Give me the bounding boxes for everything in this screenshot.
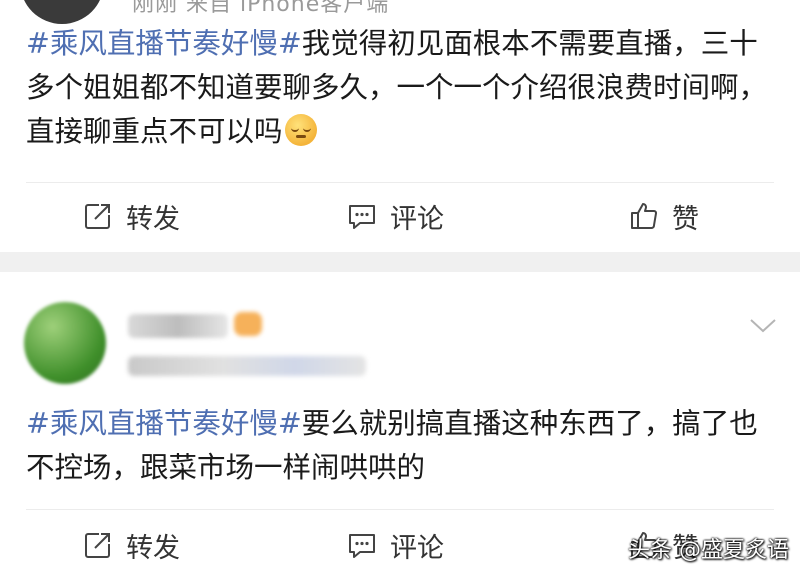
weibo-post-2: #乘风直播节奏好慢#要么就别搞直播这种东西了，搞了也不控场，跟菜市场一样闹哄哄的… (0, 272, 800, 575)
divider (26, 509, 774, 510)
repost-button[interactable]: 转发 (82, 186, 180, 246)
chevron-down-icon[interactable] (748, 310, 778, 340)
action-bar: 转发 评论 赞 (0, 186, 800, 246)
avatar[interactable] (20, 0, 104, 24)
weibo-post-1: 刚刚 来自 iPhone客户端 #乘风直播节奏好慢#我觉得初见面根本不需要直播，… (0, 0, 800, 252)
comment-icon (349, 534, 375, 558)
repost-icon (85, 533, 110, 558)
repost-label: 转发 (126, 532, 180, 564)
comment-button[interactable]: 评论 (346, 515, 444, 575)
comment-label: 评论 (390, 203, 444, 235)
blurred-post-meta (128, 356, 366, 376)
repost-button[interactable]: 转发 (82, 515, 180, 575)
post-body: #乘风直播节奏好慢#要么就别搞直播这种东西了，搞了也不控场，跟菜市场一样闹哄哄的 (26, 402, 786, 490)
divider (26, 182, 774, 183)
post-meta: 刚刚 来自 iPhone客户端 (132, 0, 390, 17)
comment-icon (349, 205, 375, 229)
like-button[interactable]: 赞 (628, 186, 699, 246)
thumbs-up-icon (631, 203, 657, 230)
avatar[interactable] (24, 302, 106, 384)
comment-button[interactable]: 评论 (346, 186, 444, 246)
repost-icon (85, 204, 110, 229)
watermark: 头条 @盛夏炙语 (628, 538, 789, 563)
repost-label: 转发 (126, 203, 180, 235)
topic-link[interactable]: #乘风直播节奏好慢# (26, 27, 302, 60)
user-badge-icon (234, 312, 262, 336)
sleepy-face-emoji-icon (284, 114, 317, 146)
post-separator (0, 252, 800, 272)
blurred-username[interactable] (128, 314, 228, 338)
post-body: #乘风直播节奏好慢#我觉得初见面根本不需要直播，三十多个姐姐都不知道要聊多久，一… (26, 22, 786, 154)
topic-link[interactable]: #乘风直播节奏好慢# (26, 407, 302, 440)
like-label: 赞 (672, 203, 699, 235)
comment-label: 评论 (390, 532, 444, 564)
